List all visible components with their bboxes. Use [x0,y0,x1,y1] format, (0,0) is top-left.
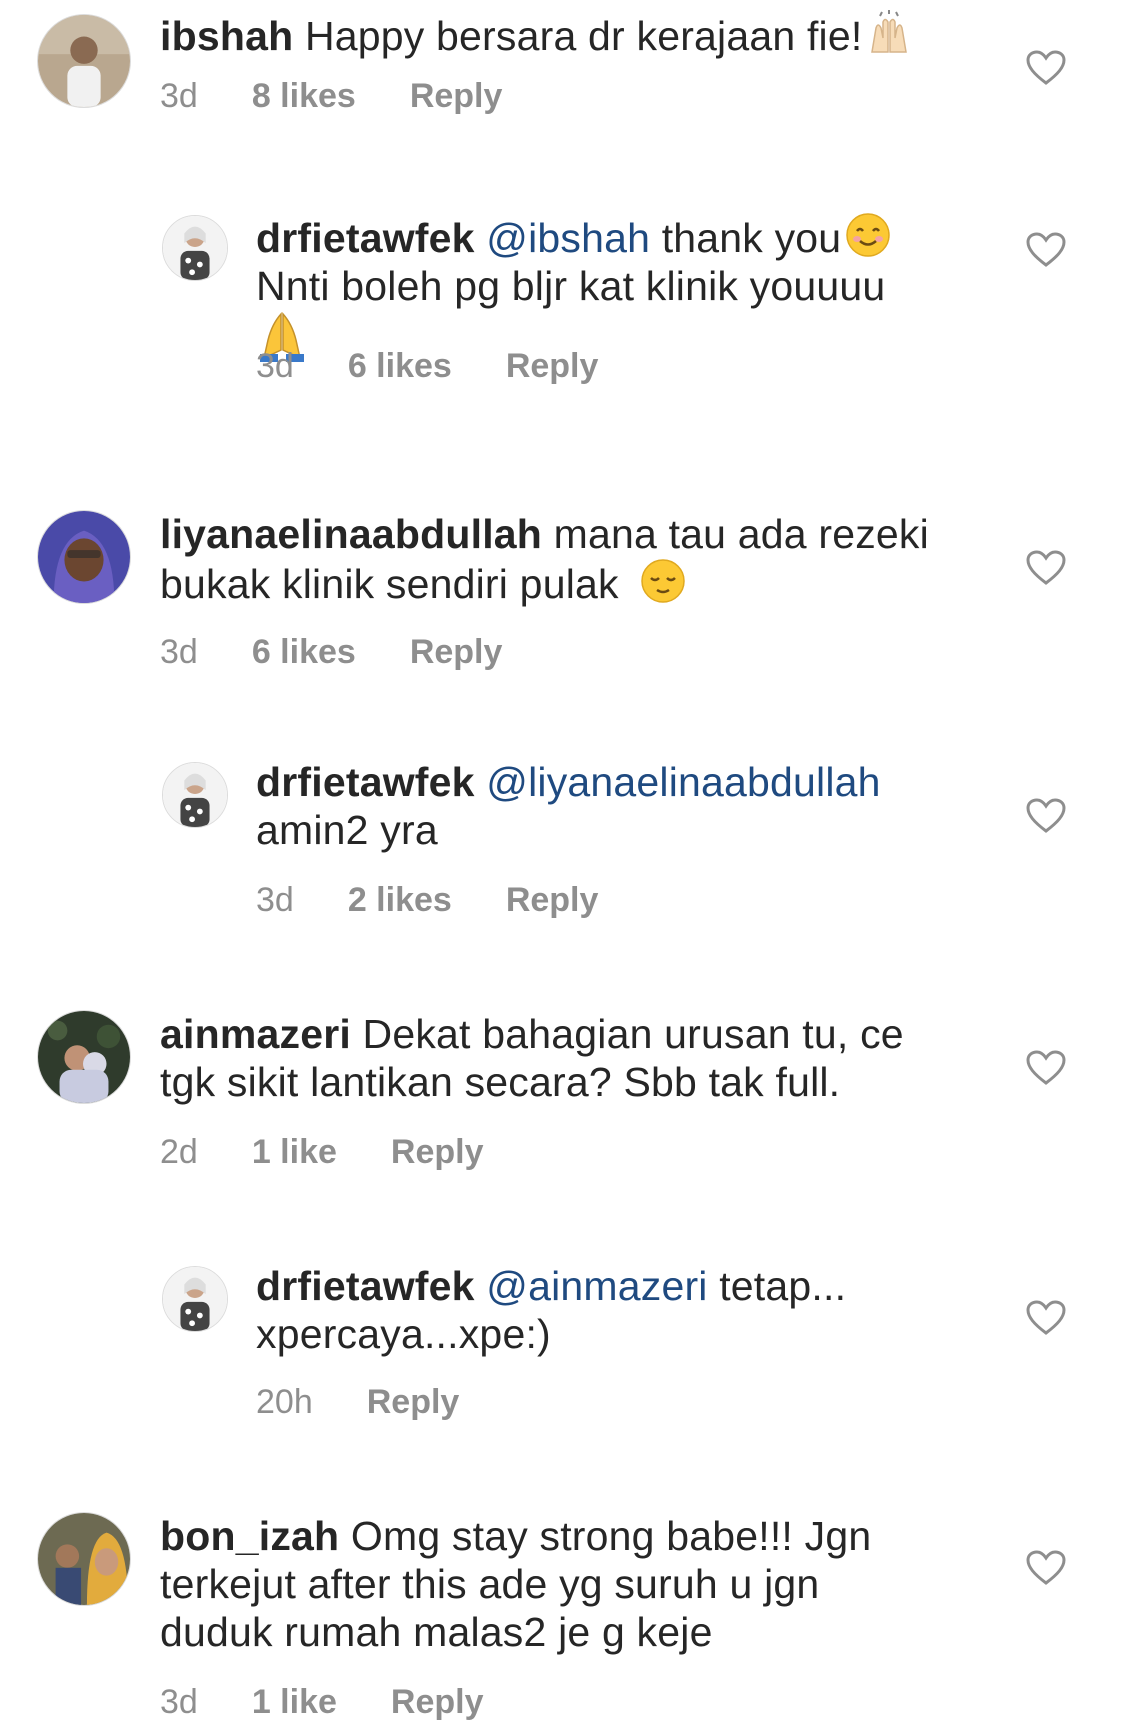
comment-meta: 3d 6 likes Reply [160,632,556,672]
comment-time: 20h [256,1383,313,1421]
comment-body-line2: Nnti boleh pg bljr kat klinik youuuu [256,263,886,309]
comment-time: 3d [256,881,294,919]
comment-username[interactable]: drfietawfek [256,759,475,805]
comment-body: Happy bersara dr kerajaan fie! [304,13,863,59]
comment-likes[interactable]: 1 like [252,1682,337,1722]
raising-hands-emoji [866,10,912,56]
comment-text: bon_izah Omg stay strong babe!!! Jgn ter… [160,1512,940,1656]
heart-outline-icon[interactable] [1026,1550,1066,1586]
comment-username[interactable]: bon_izah [160,1513,339,1559]
comment-username[interactable]: drfietawfek [256,215,475,261]
comment-text: drfietawfek @ainmazeri tetap... xpercaya… [256,1262,896,1358]
avatar[interactable] [162,1266,228,1332]
comment-likes[interactable]: 1 like [252,1132,337,1172]
comment-username[interactable]: liyanaelinaabdullah [160,511,542,557]
reply-button[interactable]: Reply [410,76,503,116]
comment-meta: 3d 2 likes Reply [256,880,652,920]
comment-mention[interactable]: @ainmazeri [486,1263,707,1309]
comments-screen: ibshah Happy bersara dr kerajaan fie! 3d… [0,0,1125,1726]
comment-mention[interactable]: @liyanaelinaabdullah [486,759,880,805]
comment-time: 2d [160,1133,198,1171]
comment-text: ainmazeri Dekat bahagian urusan tu, ce t… [160,1010,950,1106]
comment-likes[interactable]: 6 likes [348,346,452,386]
comment-text: drfietawfek @ibshah thank you Nnti boleh… [256,212,956,362]
comment-likes[interactable]: 8 likes [252,76,356,116]
smiling-face-emoji [845,212,891,258]
reply-button[interactable]: Reply [410,632,503,672]
comment-meta: 3d 1 like Reply [160,1682,538,1722]
heart-outline-icon[interactable] [1026,232,1066,268]
comment-username[interactable]: ainmazeri [160,1011,351,1057]
comment-time: 3d [160,1683,198,1721]
reply-button[interactable]: Reply [506,346,599,386]
comment-meta: 3d 8 likes Reply [160,76,556,116]
comment-text: liyanaelinaabdullah mana tau ada rezeki … [160,510,980,608]
comment-text: ibshah Happy bersara dr kerajaan fie! [160,10,960,60]
comment-text: drfietawfek @liyanaelinaabdullah amin2 y… [256,758,956,854]
comment-meta: 20h Reply [256,1382,513,1422]
heart-outline-icon[interactable] [1026,550,1066,586]
avatar[interactable] [162,762,228,828]
comment-meta: 2d 1 like Reply [160,1132,538,1172]
heart-outline-icon[interactable] [1026,798,1066,834]
comment-time: 3d [160,633,198,671]
comment-body: thank you [661,215,842,261]
heart-outline-icon[interactable] [1026,50,1066,86]
comment-username[interactable]: drfietawfek [256,1263,475,1309]
avatar[interactable] [37,1010,131,1104]
avatar[interactable] [162,215,228,281]
reply-button[interactable]: Reply [391,1132,484,1172]
comment-likes[interactable]: 2 likes [348,880,452,920]
heart-outline-icon[interactable] [1026,1300,1066,1336]
comment-body: amin2 yra [256,807,438,853]
reply-button[interactable]: Reply [506,880,599,920]
avatar[interactable] [37,510,131,604]
comment-time: 3d [256,347,294,385]
avatar[interactable] [37,14,131,108]
comment-meta: 3d 6 likes Reply [256,346,652,386]
comment-likes[interactable]: 6 likes [252,632,356,672]
comment-mention[interactable]: @ibshah [486,215,650,261]
reply-button[interactable]: Reply [391,1682,484,1722]
heart-outline-icon[interactable] [1026,1050,1066,1086]
avatar[interactable] [37,1512,131,1606]
relieved-face-emoji [640,558,686,604]
comment-username[interactable]: ibshah [160,13,293,59]
reply-button[interactable]: Reply [367,1382,460,1422]
comment-time: 3d [160,77,198,115]
